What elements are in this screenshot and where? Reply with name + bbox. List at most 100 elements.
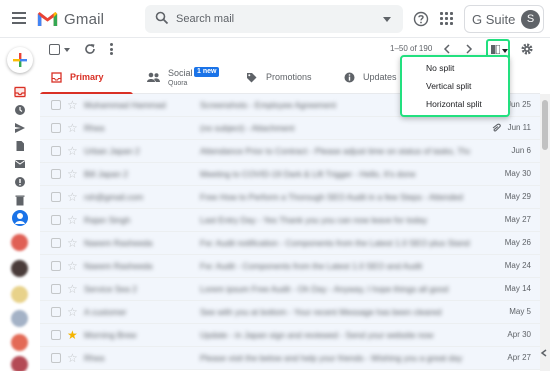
email-subject: Fw: Audit - Components from the Latest 1… <box>200 261 423 271</box>
row-checkbox[interactable] <box>51 123 61 133</box>
email-sender: Rajan Singh <box>84 215 131 225</box>
table-row[interactable]: ★ Morning Brew Update - in Japan sign and … <box>40 324 540 347</box>
split-pane-icon <box>491 45 500 54</box>
apps-grid-icon[interactable] <box>440 12 453 25</box>
email-sender: Naeem Rasheeda <box>84 238 153 248</box>
table-row[interactable]: ☆ Urban Japan 2 Attendance Prior to Contra… <box>40 140 540 163</box>
email-sender: Service Sea 2 <box>84 284 137 294</box>
spam-icon[interactable] <box>14 176 26 188</box>
info-icon <box>344 72 355 83</box>
more-options-icon[interactable] <box>110 43 113 55</box>
tag-icon <box>247 73 257 83</box>
star-icon[interactable]: ☆ <box>67 98 78 112</box>
table-row[interactable]: ☆ Bill Japan 2 Meeting to COVID-19 Dark & … <box>40 163 540 186</box>
avatar[interactable]: S <box>521 10 540 29</box>
gsuite-account-button[interactable]: G Suite S <box>464 5 544 33</box>
row-checkbox[interactable] <box>51 284 61 294</box>
table-row[interactable]: ☆ Naeem Rasheeda Fw: Audit notification - … <box>40 232 540 255</box>
hangouts-contact-avatar[interactable] <box>11 286 28 303</box>
refresh-icon[interactable] <box>84 43 96 55</box>
trash-icon[interactable] <box>14 194 26 206</box>
hangouts-contact-avatar[interactable] <box>11 356 28 371</box>
star-icon[interactable]: ☆ <box>67 351 78 365</box>
split-options-menu: No split Vertical split Horizontal split <box>400 55 510 117</box>
email-subject: Last Entry Day - Yes Thank you you can n… <box>200 215 428 225</box>
tab-label: Updates <box>363 72 397 82</box>
email-subject: Update - in Japan sign and reviewed - Se… <box>200 330 434 340</box>
row-checkbox[interactable] <box>51 215 61 225</box>
sent-icon[interactable] <box>14 122 26 134</box>
attachment-icon[interactable] <box>491 123 502 133</box>
new-badge: 1 new <box>194 67 220 77</box>
snoozed-clock-icon[interactable] <box>14 104 26 116</box>
gear-icon[interactable] <box>520 42 534 56</box>
scrollbar[interactable] <box>540 94 550 371</box>
drafts-icon[interactable] <box>14 140 26 152</box>
main-menu-icon[interactable] <box>12 12 26 24</box>
email-sender: Muhammad Hammad <box>84 100 166 110</box>
email-subject: Lorem ipsum Free Audit - Oh Day - Anyway… <box>200 284 449 294</box>
row-checkbox[interactable] <box>51 146 61 156</box>
row-checkbox[interactable] <box>51 261 61 271</box>
hangouts-contact-avatar[interactable] <box>11 260 28 277</box>
search-input[interactable] <box>176 11 366 27</box>
star-icon[interactable]: ☆ <box>67 190 78 204</box>
menu-item-horizontal-split[interactable]: Horizontal split <box>402 96 508 113</box>
search-bar[interactable] <box>145 5 403 33</box>
row-checkbox[interactable] <box>51 192 61 202</box>
row-checkbox[interactable] <box>51 238 61 248</box>
star-icon[interactable]: ☆ <box>67 259 78 273</box>
row-checkbox[interactable] <box>51 169 61 179</box>
star-icon[interactable]: ☆ <box>67 282 78 296</box>
compose-button[interactable] <box>7 47 33 73</box>
table-row[interactable]: ☆ Rhea (no subject) - Attachment Jun 11 <box>40 117 540 140</box>
email-sender: Urban Japan 2 <box>84 146 140 156</box>
select-all-checkbox[interactable] <box>49 44 60 55</box>
table-row[interactable]: ☆ A customer See with you at bottom - Your… <box>40 301 540 324</box>
star-icon[interactable]: ☆ <box>67 236 78 250</box>
email-list: ☆ Muhammad Hammad Screenshots - Employee A… <box>40 94 540 370</box>
star-icon[interactable]: ☆ <box>67 213 78 227</box>
row-checkbox[interactable] <box>51 307 61 317</box>
star-icon[interactable]: ★ <box>67 328 78 342</box>
hangouts-contact-avatar[interactable] <box>11 334 28 351</box>
email-date: May 30 <box>504 169 531 178</box>
table-row[interactable]: ☆ Service Sea 2 Lorem ipsum Free Audit - O… <box>40 278 540 301</box>
scrollbar-thumb[interactable] <box>542 100 548 150</box>
row-checkbox[interactable] <box>51 353 61 363</box>
email-date: Apr 27 <box>507 353 531 362</box>
table-row[interactable]: ☆ Rajan Singh Last Entry Day - Yes Thank y… <box>40 209 540 232</box>
chevron-right-icon[interactable] <box>464 43 474 55</box>
star-icon[interactable]: ☆ <box>67 167 78 181</box>
tab-primary[interactable]: Primary <box>40 62 133 95</box>
contacts-avatar-icon[interactable] <box>12 210 28 226</box>
side-panel-toggle-icon[interactable] <box>539 348 549 358</box>
select-options-caret-icon[interactable] <box>64 48 70 52</box>
all-mail-icon[interactable] <box>14 158 26 170</box>
email-subject: Meeting to COVID-19 Dark & Lift Trigger … <box>200 169 416 179</box>
chevron-left-icon[interactable] <box>442 43 452 55</box>
table-row[interactable]: ☆ Rhea Please visit the below and help you… <box>40 347 540 370</box>
inbox-icon[interactable] <box>14 86 26 98</box>
tab-promotions[interactable]: Promotions <box>233 62 333 94</box>
menu-item-no-split[interactable]: No split <box>402 60 508 77</box>
search-options-caret-icon[interactable] <box>383 17 391 22</box>
email-date: Jun 11 <box>507 123 531 132</box>
row-checkbox[interactable] <box>51 330 61 340</box>
row-checkbox[interactable] <box>51 100 61 110</box>
table-row[interactable]: ☆ Naeem Rasheeda Fw: Audit - Components fr… <box>40 255 540 278</box>
help-icon[interactable] <box>413 11 429 27</box>
star-icon[interactable]: ☆ <box>67 121 78 135</box>
split-options-caret-icon <box>502 49 508 53</box>
hangouts-contact-avatar[interactable] <box>11 310 28 327</box>
search-icon[interactable] <box>155 11 169 25</box>
menu-item-vertical-split[interactable]: Vertical split <box>402 78 508 95</box>
star-icon[interactable]: ☆ <box>67 305 78 319</box>
email-subject: Attendance Prior to Contract - Please ad… <box>200 146 470 156</box>
email-date: May 5 <box>509 307 531 316</box>
table-row[interactable]: ☆ rsh@gmail.com Free How to Perform a Thor… <box>40 186 540 209</box>
gmail-m-icon <box>37 12 58 26</box>
star-icon[interactable]: ☆ <box>67 144 78 158</box>
hangouts-contact-avatar[interactable] <box>11 234 28 251</box>
gmail-logo[interactable]: Gmail <box>37 10 104 28</box>
